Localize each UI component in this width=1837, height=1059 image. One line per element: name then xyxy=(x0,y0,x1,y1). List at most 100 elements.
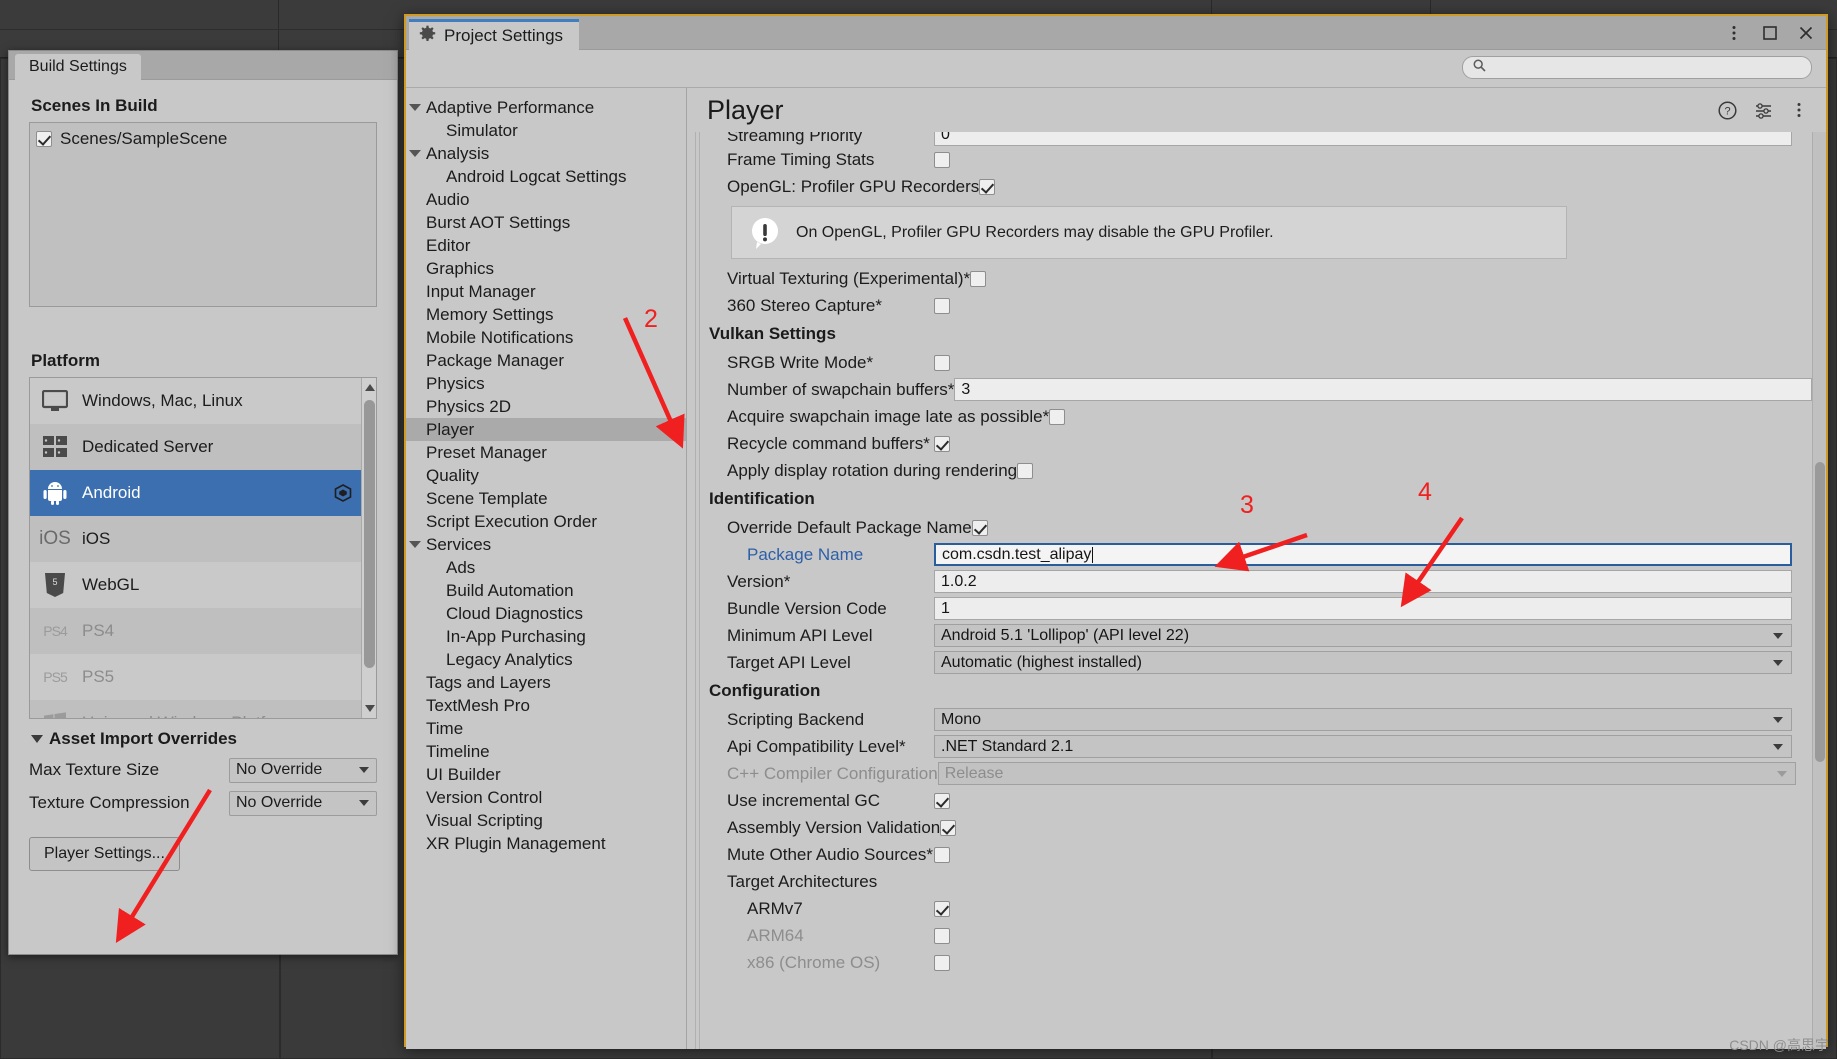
version-input[interactable]: 1.0.2 xyxy=(934,570,1792,593)
scripting-backend-dropdown[interactable]: Mono xyxy=(934,708,1792,731)
tree-item-xr-plugin-management[interactable]: XR Plugin Management xyxy=(406,832,686,855)
api-compatibility-level-dropdown[interactable]: .NET Standard 2.1 xyxy=(934,735,1792,758)
tree-item-timeline[interactable]: Timeline xyxy=(406,740,686,763)
player-settings-scroll-area[interactable]: Streaming Priority 0 Frame Timing Stats Ope… xyxy=(687,132,1826,1049)
tree-item-cloud-diagnostics[interactable]: Cloud Diagnostics xyxy=(406,602,686,625)
platform-item-android[interactable]: Android xyxy=(30,470,376,516)
tree-item-quality[interactable]: Quality xyxy=(406,464,686,487)
tree-item-physics[interactable]: Physics xyxy=(406,372,686,395)
platform-item-webgl[interactable]: 5 WebGL xyxy=(30,562,376,608)
scene-enabled-checkbox[interactable] xyxy=(36,131,52,147)
chevron-down-icon[interactable] xyxy=(406,104,424,111)
more-menu-icon[interactable] xyxy=(1788,99,1810,121)
tree-item-textmesh-pro[interactable]: TextMesh Pro xyxy=(406,694,686,717)
tree-item-player[interactable]: Player xyxy=(406,418,686,441)
360-stereo-capture-checkbox[interactable] xyxy=(934,297,950,314)
opengl-profiler-gpu-recorders-checkbox[interactable] xyxy=(979,178,996,195)
settings-tree[interactable]: Adaptive Performance Simulator Analysis And… xyxy=(406,88,687,1049)
srgb-write-mode-checkbox[interactable] xyxy=(934,354,950,371)
search-box[interactable] xyxy=(1462,56,1812,79)
tree-item-visual-scripting[interactable]: Visual Scripting xyxy=(406,809,686,832)
asset-import-overrides-header[interactable]: Asset Import Overrides xyxy=(31,729,377,749)
tab-build-settings[interactable]: Build Settings xyxy=(15,54,141,80)
platform-item-ps4[interactable]: PS4 PS4 xyxy=(30,608,376,654)
tree-item-legacy-analytics[interactable]: Legacy Analytics xyxy=(406,648,686,671)
tree-item-tags-and-layers[interactable]: Tags and Layers xyxy=(406,671,686,694)
package-name-input[interactable]: com.csdn.test_alipay xyxy=(934,543,1792,566)
scroll-up-arrow-icon[interactable] xyxy=(365,384,375,391)
tree-item-services[interactable]: Services xyxy=(406,533,686,556)
mute-other-audio-sources-checkbox[interactable] xyxy=(934,846,950,863)
override-default-package-name-checkbox[interactable] xyxy=(971,519,988,536)
tree-item-android-logcat-settings[interactable]: Android Logcat Settings xyxy=(406,165,686,188)
tree-item-physics-2d[interactable]: Physics 2D xyxy=(406,395,686,418)
tree-item-burst-aot-settings[interactable]: Burst AOT Settings xyxy=(406,211,686,234)
tree-item-analysis[interactable]: Analysis xyxy=(406,142,686,165)
arm64-checkbox[interactable] xyxy=(934,927,950,944)
maximize-icon[interactable] xyxy=(1760,23,1780,43)
content-header-icons[interactable]: ? xyxy=(1716,99,1810,121)
list-item[interactable]: Scenes/SampleScene xyxy=(36,127,370,151)
platform-item-ios[interactable]: iOS iOS xyxy=(30,516,376,562)
platform-item-dedicated-server[interactable]: Dedicated Server xyxy=(30,424,376,470)
player-settings-button[interactable]: Player Settings... xyxy=(29,837,180,871)
tree-item-simulator[interactable]: Simulator xyxy=(406,119,686,142)
platform-list[interactable]: Windows, Mac, Linux Dedicated Server And… xyxy=(29,377,377,719)
acquire-swapchain-image-late-as-possible-checkbox[interactable] xyxy=(1049,408,1066,425)
platform-item-windows-mac-linux[interactable]: Windows, Mac, Linux xyxy=(30,378,376,424)
tab-project-settings[interactable]: Project Settings xyxy=(409,19,580,50)
tree-item-graphics[interactable]: Graphics xyxy=(406,257,686,280)
window-controls[interactable] xyxy=(1724,16,1816,50)
content-scrollbar[interactable] xyxy=(1812,132,1826,1049)
tree-item-ui-builder[interactable]: UI Builder xyxy=(406,763,686,786)
max-texture-size-dropdown[interactable]: No Override xyxy=(229,757,377,783)
tree-item-audio[interactable]: Audio xyxy=(406,188,686,211)
tree-item-build-automation[interactable]: Build Automation xyxy=(406,579,686,602)
tree-item-ads[interactable]: Ads xyxy=(406,556,686,579)
close-icon[interactable] xyxy=(1796,23,1816,43)
srgb-write-mode-row: SRGB Write Mode* xyxy=(709,349,1792,376)
bundle-version-code-input[interactable]: 1 xyxy=(934,597,1792,620)
virtual-texturing-experimental-checkbox[interactable] xyxy=(970,270,987,287)
preset-icon[interactable] xyxy=(1752,99,1774,121)
tree-item-input-manager[interactable]: Input Manager xyxy=(406,280,686,303)
armv7-checkbox[interactable] xyxy=(934,900,950,917)
assembly-version-validation-checkbox[interactable] xyxy=(940,819,957,836)
tree-item-package-manager[interactable]: Package Manager xyxy=(406,349,686,372)
tree-item-preset-manager[interactable]: Preset Manager xyxy=(406,441,686,464)
tree-item-editor[interactable]: Editor xyxy=(406,234,686,257)
build-settings-window[interactable]: Build Settings Scenes In Build Scenes/Sa… xyxy=(8,50,398,955)
x86-chrome-os-checkbox[interactable] xyxy=(934,954,950,971)
scroll-down-arrow-icon[interactable] xyxy=(365,705,375,712)
chevron-down-icon[interactable] xyxy=(406,150,424,157)
more-options-icon[interactable] xyxy=(1724,23,1744,43)
use-incremental-gc-checkbox[interactable] xyxy=(934,792,950,809)
frame-timing-stats-checkbox[interactable] xyxy=(934,151,950,168)
minimum-api-level-dropdown[interactable]: Android 5.1 'Lollipop' (API level 22) xyxy=(934,624,1792,647)
platform-item-universal-windows-platform[interactable]: Universal Windows Platform xyxy=(30,700,376,718)
tree-item-in-app-purchasing[interactable]: In-App Purchasing xyxy=(406,625,686,648)
tree-item-script-execution-order[interactable]: Script Execution Order xyxy=(406,510,686,533)
apply-display-rotation-during-rendering-checkbox[interactable] xyxy=(1017,462,1034,479)
scenes-in-build-list[interactable]: Scenes/SampleScene xyxy=(29,122,377,307)
tree-item-time[interactable]: Time xyxy=(406,717,686,740)
project-settings-window[interactable]: Project Settings Adaptive Performance Si… xyxy=(404,14,1828,1049)
recycle-command-buffers-checkbox[interactable] xyxy=(934,435,950,452)
platform-list-scrollbar[interactable] xyxy=(361,378,376,718)
target-api-level-dropdown[interactable]: Automatic (highest installed) xyxy=(934,651,1792,674)
platform-item-ps5[interactable]: PS5 PS5 xyxy=(30,654,376,700)
texture-compression-dropdown[interactable]: No Override xyxy=(229,790,377,816)
search-input[interactable] xyxy=(1492,58,1801,77)
help-icon[interactable]: ? xyxy=(1716,99,1738,121)
chevron-down-icon[interactable] xyxy=(31,735,43,743)
tree-item-label: Preset Manager xyxy=(426,442,547,462)
tree-item-adaptive-performance[interactable]: Adaptive Performance xyxy=(406,96,686,119)
number-of-swapchain-buffers-input[interactable]: 3 xyxy=(954,378,1813,401)
chevron-down-icon[interactable] xyxy=(406,541,424,548)
tree-item-version-control[interactable]: Version Control xyxy=(406,786,686,809)
streaming-priority-input[interactable]: 0 xyxy=(934,132,1792,146)
scrollbar-thumb[interactable] xyxy=(1815,462,1825,762)
use-incremental-gc-label: Use incremental GC xyxy=(727,790,881,810)
scrollbar-thumb[interactable] xyxy=(364,400,375,668)
tree-item-scene-template[interactable]: Scene Template xyxy=(406,487,686,510)
